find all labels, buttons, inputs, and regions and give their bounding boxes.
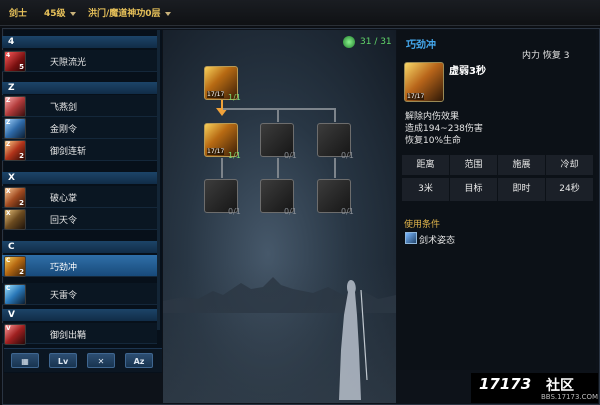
skill-name: 金刚令: [50, 125, 78, 135]
skill-points-counter: 31 / 31: [360, 37, 392, 47]
skill-name: 天雷令: [50, 291, 78, 301]
connector: [334, 158, 336, 178]
connector: [277, 108, 279, 122]
node-count: 0/1: [284, 151, 297, 160]
sort-type-button[interactable]: ✕: [87, 353, 115, 368]
skill-cost: 内力 恢复 3: [522, 51, 570, 61]
skill-icon: X: [4, 209, 26, 230]
grid-view-button[interactable]: ▦: [11, 353, 39, 368]
node-count: 0/1: [341, 151, 354, 160]
stat-value-cast: 即时: [498, 178, 545, 201]
level-dropdown[interactable]: 45级: [44, 6, 76, 19]
section-header-4: 4: [2, 36, 157, 48]
watermark-logo: 17173: [479, 375, 532, 393]
skill-points-icon: [343, 36, 355, 48]
skill-row-tianxiliuguang[interactable]: 45 天隙流光: [2, 50, 157, 72]
usage-condition-title: 使用条件: [404, 220, 441, 230]
stat-value-cooldown: 24秒: [546, 178, 593, 201]
connector: [277, 158, 279, 178]
chevron-down-icon: [69, 11, 76, 16]
skill-row-qiaojinchong[interactable]: C2 巧劲冲: [2, 255, 157, 277]
skill-detail-icon: 17/17: [404, 62, 444, 102]
skill-row-huitianling[interactable]: X 回天令: [2, 208, 157, 230]
class-label: 剑士: [9, 9, 28, 19]
sort-name-button[interactable]: Az: [125, 353, 153, 368]
connector: [334, 108, 336, 122]
skill-desc-line: 恢复10%生命: [405, 136, 462, 146]
skill-row-tianleiling[interactable]: C 天雷令: [2, 283, 157, 305]
skill-icon: Z: [4, 118, 26, 139]
stat-header-cast: 施展: [498, 155, 545, 175]
sort-toolbar: ▦ Lv ✕ Az: [4, 348, 162, 372]
stat-header-area: 范围: [450, 155, 497, 175]
skill-tree-panel: [163, 30, 396, 403]
node-count: 0/1: [284, 207, 297, 216]
skill-list-scrollbar[interactable]: [157, 30, 160, 330]
skill-name: 御剑连斩: [50, 147, 87, 157]
chevron-down-icon: [164, 11, 171, 16]
skill-row-poxinzhang[interactable]: X2 破心掌: [2, 186, 157, 208]
skill-icon: 45: [4, 51, 26, 72]
connector: [223, 108, 336, 110]
connector: [221, 158, 223, 178]
skill-row-jingangling[interactable]: Z 金刚令: [2, 117, 157, 139]
skill-row-yujianlianzhan[interactable]: Z2 御剑连斩: [2, 139, 157, 161]
stat-value-area: 目标: [450, 178, 497, 201]
skill-icon: C2: [4, 256, 26, 277]
skill-icon: Z: [4, 96, 26, 117]
skill-icon: C: [4, 284, 26, 305]
skill-row-feiyanjian[interactable]: Z 飞燕剑: [2, 95, 157, 117]
stat-value-range: 3米: [402, 178, 449, 201]
skill-name: 巧劲冲: [50, 263, 78, 273]
sword-stance-icon: [405, 232, 417, 244]
school-dropdown[interactable]: 洪门/魔道神功0层: [88, 6, 171, 19]
skill-name: 破心掌: [50, 194, 78, 204]
node-count: 0/1: [341, 207, 354, 216]
skill-effect-state: 虚弱3秒: [449, 66, 486, 77]
stat-header-cooldown: 冷却: [546, 155, 593, 175]
section-header-c: C: [2, 241, 157, 253]
skill-icon: V: [4, 324, 26, 345]
skill-name: 回天令: [50, 216, 78, 226]
skill-icon: X2: [4, 187, 26, 208]
skill-detail-name: 巧劲冲: [406, 40, 436, 51]
site-watermark: 17173 社区 BBS.17173.COM: [471, 373, 598, 403]
node-count: 0/1: [228, 207, 241, 216]
skill-name: 御剑出鞘: [50, 331, 87, 341]
node-count: 1/1: [228, 151, 241, 160]
skill-icon: Z2: [4, 140, 26, 161]
swordsman-figure: [339, 280, 368, 400]
skill-name: 飞燕剑: [50, 103, 78, 113]
section-header-v: V: [2, 309, 157, 321]
watermark-brand: 社区: [546, 378, 574, 394]
skill-name: 天隙流光: [50, 58, 87, 68]
top-bar: 剑士 45级 洪门/魔道神功0层: [0, 0, 600, 26]
watermark-url: BBS.17173.COM: [541, 393, 599, 401]
section-header-x: X: [2, 172, 157, 184]
section-header-z: Z: [2, 82, 157, 94]
node-count: 1/1: [228, 93, 241, 102]
stat-header-range: 距离: [402, 155, 449, 175]
skill-row-yujianchuqiao[interactable]: V 御剑出鞘: [2, 323, 157, 345]
usage-condition-item: 剑术姿态: [419, 236, 456, 246]
sort-level-button[interactable]: Lv: [49, 353, 77, 368]
